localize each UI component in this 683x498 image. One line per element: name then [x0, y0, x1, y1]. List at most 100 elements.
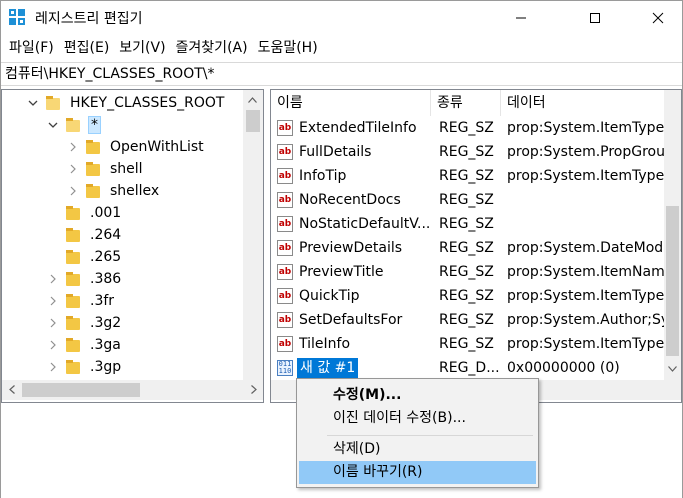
values-list-pane[interactable]: 이름 종류 데이터 ab ExtendedTileInfo REG_SZ prop:S… — [270, 89, 682, 403]
tree-item[interactable]: shellex — [66, 180, 161, 202]
list-item[interactable]: ab QuickTip REG_SZ prop:System.ItemTypeT — [271, 284, 666, 308]
column-header-name[interactable]: 이름 — [271, 90, 431, 116]
value-data: prop:System.ItemName — [507, 264, 665, 280]
context-menu: 수정(M)... 이진 데이터 수정(B)... 삭제(D) 이름 바꾸기(R) — [296, 378, 539, 488]
tree-item-label: .265 — [90, 249, 122, 265]
string-value-icon: ab — [277, 192, 293, 208]
registry-editor-window: 레지스트리 편집기 파일(F) 편집(E) 보기(V) 즐겨찾기(A) 도움말(… — [0, 0, 683, 498]
scroll-right-icon[interactable] — [245, 381, 262, 398]
scroll-up-icon[interactable] — [244, 91, 261, 108]
tree-item[interactable]: .265 — [46, 246, 123, 268]
maximize-button[interactable] — [572, 1, 618, 34]
list-item[interactable]: ab NoRecentDocs REG_SZ — [271, 188, 666, 212]
list-item[interactable]: ab InfoTip REG_SZ prop:System.ItemTypeT — [271, 164, 666, 188]
tree-item-label: shellex — [110, 183, 160, 199]
tree-item[interactable]: OpenWithList — [66, 136, 206, 158]
value-data: prop:System.DateModifi — [507, 240, 665, 256]
value-name: TileInfo — [299, 336, 351, 352]
list-item[interactable]: ab NoStaticDefaultV... REG_SZ — [271, 212, 666, 236]
tree-item-label: .3fr — [90, 293, 115, 309]
chevron-right-icon[interactable] — [46, 272, 60, 286]
chevron-right-icon[interactable] — [66, 162, 80, 176]
menu-file[interactable]: 파일(F) — [5, 36, 58, 60]
tree-item-label: * — [88, 116, 101, 134]
list-item[interactable]: ab TileInfo REG_SZ prop:System.ItemTypeT — [271, 332, 666, 356]
tree-vscroll-thumb[interactable] — [246, 110, 260, 132]
chevron-right-icon[interactable] — [66, 140, 80, 154]
list-item[interactable]: ab SetDefaultsFor REG_SZ prop:System.Author… — [271, 308, 666, 332]
chevron-right-icon[interactable] — [46, 294, 60, 308]
value-type: REG_SZ — [439, 192, 494, 208]
tree-hscroll-thumb[interactable] — [22, 383, 140, 397]
folder-icon — [66, 338, 82, 352]
binary-value-icon: 011 110 — [277, 360, 293, 376]
string-value-icon: ab — [277, 240, 293, 256]
string-value-icon: ab — [277, 216, 293, 232]
tree-item[interactable]: .386 — [46, 268, 123, 290]
chevron-down-icon[interactable] — [46, 118, 60, 132]
key-tree-pane[interactable]: HKEY_CLASSES_ROOT * OpenWithList shell shell… — [1, 89, 264, 403]
folder-icon — [66, 294, 82, 308]
tree-item-label: .3g2 — [90, 315, 122, 331]
tree-item[interactable]: .001 — [46, 202, 123, 224]
list-item[interactable]: ab FullDetails REG_SZ prop:System.PropGroup — [271, 140, 666, 164]
scroll-left-icon[interactable] — [3, 381, 20, 398]
rename-edit-field[interactable]: 새 값 #1 — [297, 358, 359, 378]
context-modify[interactable]: 수정(M)... — [299, 384, 536, 407]
value-data — [507, 188, 665, 212]
tree-item[interactable]: .3ga — [46, 334, 123, 356]
tree-item[interactable]: HKEY_CLASSES_ROOT — [26, 92, 226, 114]
tree-vertical-scrollbar[interactable] — [243, 90, 263, 380]
string-value-icon: ab — [277, 336, 293, 352]
list-item[interactable]: ab PreviewDetails REG_SZ prop:System.DateMo… — [271, 236, 666, 260]
tree-item[interactable]: .3g2 — [46, 312, 123, 334]
tree-item[interactable]: * — [46, 114, 101, 136]
chevron-right-icon[interactable] — [46, 316, 60, 330]
value-name: FullDetails — [299, 144, 372, 160]
list-item[interactable]: ab PreviewTitle REG_SZ prop:System.ItemName — [271, 260, 666, 284]
address-bar[interactable]: 컴퓨터\HKEY_CLASSES_ROOT\* — [1, 62, 682, 86]
string-value-icon: ab — [277, 144, 293, 160]
tree-item[interactable]: .3gp — [46, 356, 123, 378]
value-type: REG_SZ — [439, 288, 494, 304]
maximize-icon — [590, 12, 600, 23]
close-button[interactable] — [635, 1, 681, 34]
context-modify-binary[interactable]: 이진 데이터 수정(B)... — [299, 407, 536, 430]
value-name: PreviewTitle — [299, 264, 384, 280]
scroll-down-icon[interactable] — [664, 360, 681, 377]
chevron-right-icon[interactable] — [46, 338, 60, 352]
context-rename[interactable]: 이름 바꾸기(R) — [299, 461, 536, 484]
list-vertical-scrollbar[interactable] — [664, 90, 681, 380]
value-type: REG_SZ — [439, 168, 494, 184]
tree-item[interactable]: .264 — [46, 224, 123, 246]
list-vscroll-thumb[interactable] — [666, 206, 679, 356]
chevron-right-icon[interactable] — [66, 184, 80, 198]
column-header-type[interactable]: 종류 — [431, 90, 501, 116]
tree-item[interactable]: .3fr — [46, 290, 116, 312]
folder-icon — [66, 228, 82, 242]
string-value-icon: ab — [277, 264, 293, 280]
chevron-down-icon[interactable] — [26, 96, 40, 110]
chevron-right-icon[interactable] — [46, 360, 60, 374]
menu-view[interactable]: 보기(V) — [115, 36, 169, 60]
tree-item[interactable]: shell — [66, 158, 145, 180]
folder-icon — [66, 316, 82, 330]
close-icon — [652, 12, 664, 23]
list-item[interactable]: 011 110 새 값 #1 REG_D... 0x00000000 (0) — [271, 356, 666, 380]
menu-edit[interactable]: 편집(E) — [60, 36, 114, 60]
menu-bar: 파일(F) 편집(E) 보기(V) 즐겨찾기(A) 도움말(H) — [1, 35, 682, 61]
context-delete[interactable]: 삭제(D) — [299, 438, 536, 461]
value-name: QuickTip — [299, 288, 360, 304]
value-name: NoRecentDocs — [299, 192, 401, 208]
minimize-button[interactable] — [498, 1, 544, 34]
tree-horizontal-scrollbar[interactable] — [2, 380, 263, 400]
menu-help[interactable]: 도움말(H) — [254, 36, 322, 60]
value-data: prop:System.ItemTypeT — [507, 336, 665, 352]
value-type: REG_D... — [439, 360, 500, 376]
list-item[interactable]: ab ExtendedTileInfo REG_SZ prop:System.Item… — [271, 116, 666, 140]
tree-item-label: OpenWithList — [110, 139, 204, 155]
column-header-data[interactable]: 데이터 — [501, 90, 666, 116]
menu-favorites[interactable]: 즐겨찾기(A) — [172, 36, 252, 60]
